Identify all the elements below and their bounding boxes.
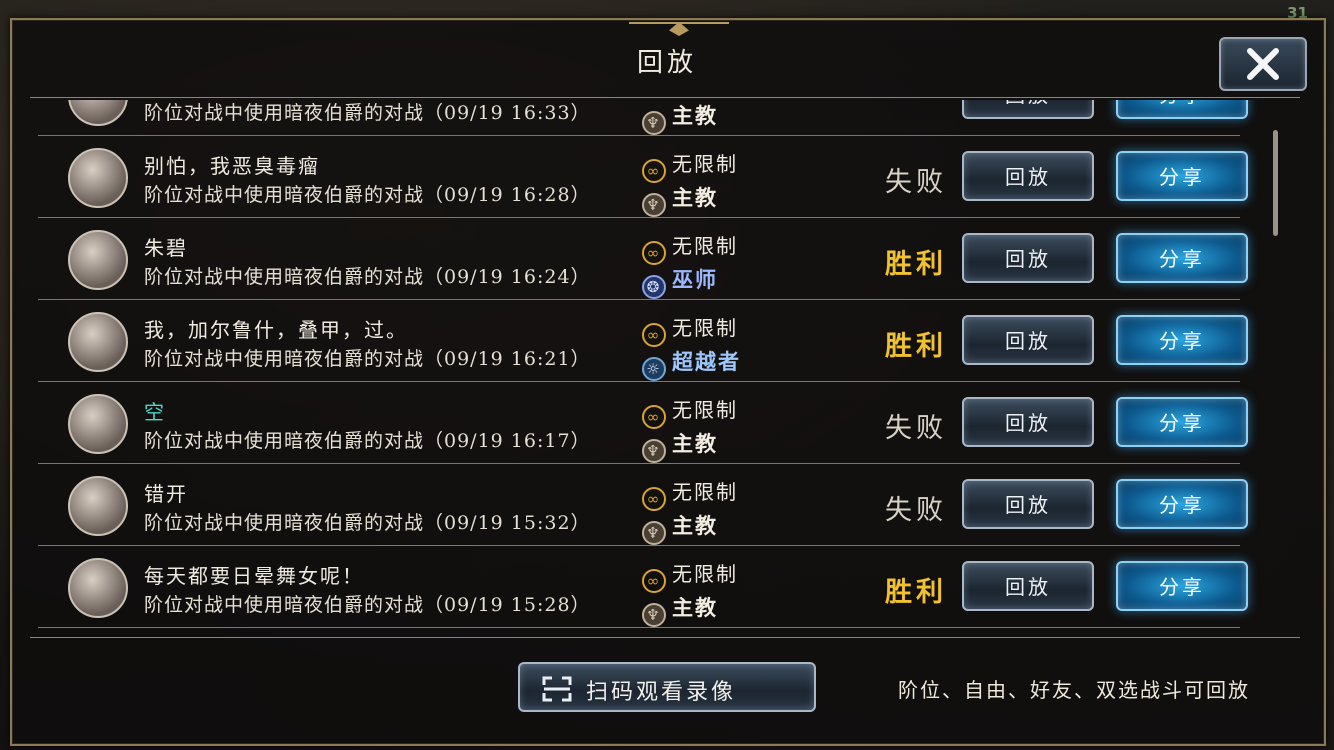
replay-button[interactable]: 回放 [962,479,1094,529]
scrollbar[interactable] [1273,130,1278,236]
unlimited-format-icon: ∞ [642,241,666,265]
battle-description: 阶位对战中使用暗夜伯爵的对战（09/19 15:32） [144,512,591,534]
close-icon [1247,48,1279,80]
unlimited-format-icon: ∞ [642,323,666,347]
share-button[interactable]: 分享 [1116,561,1248,611]
top-divider [30,97,1300,98]
battle-description: 阶位对战中使用暗夜伯爵的对战（09/19 15:28） [144,594,591,616]
share-button[interactable]: 分享 [1116,479,1248,529]
dialog-title: 回放 [636,48,697,78]
battle-description: 阶位对战中使用暗夜伯爵的对战（09/19 16:33） [144,102,591,124]
avatar [68,558,128,618]
crest-ornament [629,22,729,44]
result-label: 胜利 [885,331,947,362]
class-label: ♆ 主教 [642,100,718,135]
transcendent-class-icon: ☼ [642,357,666,381]
opponent-name: 空 [144,400,166,424]
bishop-class-icon: ♆ [642,521,666,545]
share-button[interactable]: 分享 [1116,151,1248,201]
class-label: ♆ 主教 [642,510,718,545]
opponent-name: 我，加尔鲁什，叠甲，过。 [144,318,408,342]
avatar [68,100,128,126]
scan-button-label: 扫码观看录像 [586,680,737,705]
scan-qr-button[interactable]: 扫码观看录像 [518,662,816,712]
opponent-name: 朱碧 [144,236,188,260]
format-label: ∞ 无限制 [642,148,738,183]
class-label: ♆ 主教 [642,592,718,627]
list-item: 朱碧阶位对战中使用暗夜伯爵的对战（09/19 16:24） ∞ 无限制 ❂ 巫师 胜利 回放… [30,218,1270,300]
result-label: 失败 [885,495,947,526]
format-label: ∞ 无限制 [642,230,738,265]
bishop-class-icon: ♆ [642,603,666,627]
unlimited-format-icon: ∞ [642,159,666,183]
class-label: ❂ 巫师 [642,264,718,299]
avatar [68,148,128,208]
class-label: ♆ 主教 [642,428,718,463]
opponent-name: 错开 [144,482,188,506]
share-button[interactable]: 分享 [1116,233,1248,283]
replay-button[interactable]: 回放 [962,100,1094,119]
opponent-name: 每天都要日晕舞女呢！ [144,564,364,588]
avatar [68,394,128,454]
bishop-class-icon: ♆ [642,193,666,217]
witch-class-icon: ❂ [642,275,666,299]
avatar [68,230,128,290]
format-label: ∞ 无限制 [642,476,738,511]
class-label: ♆ 主教 [642,182,718,217]
result-label: 胜利 [885,577,947,608]
share-button[interactable]: 分享 [1116,397,1248,447]
list-item: 我，加尔鲁什，叠甲，过。阶位对战中使用暗夜伯爵的对战（09/19 16:21） ∞… [30,300,1270,382]
share-button[interactable]: 分享 [1116,315,1248,365]
bishop-class-icon: ♆ [642,439,666,463]
avatar [68,476,128,536]
share-button[interactable]: 分享 [1116,100,1248,119]
format-label: ∞ 无限制 [642,394,738,429]
replay-list[interactable]: 阶位对战中使用暗夜伯爵的对战（09/19 16:33） ♆主教 回放 分享 别怕… [30,100,1270,635]
battle-description: 阶位对战中使用暗夜伯爵的对战（09/19 16:21） [144,348,591,370]
opponent-name: 别怕，我恶臭毒瘤 [144,154,320,178]
result-label: 胜利 [885,249,947,280]
replay-button[interactable]: 回放 [962,151,1094,201]
list-item: 空阶位对战中使用暗夜伯爵的对战（09/19 16:17） ∞ 无限制 ♆ 主教 失败 回放分… [30,382,1270,464]
battle-description: 阶位对战中使用暗夜伯爵的对战（09/19 16:24） [144,266,591,288]
avatar [68,312,128,372]
row-divider [38,627,1240,628]
replay-button[interactable]: 回放 [962,561,1094,611]
format-label: ∞ 无限制 [642,558,738,593]
close-button[interactable] [1219,37,1307,91]
list-item: 别怕，我恶臭毒瘤 阶位对战中使用暗夜伯爵的对战（09/19 16:28） ∞ 无限制 ♆… [30,136,1270,218]
replay-button[interactable]: 回放 [962,233,1094,283]
battle-description: 阶位对战中使用暗夜伯爵的对战（09/19 16:17） [144,430,591,452]
list-item: 每天都要日晕舞女呢！ 阶位对战中使用暗夜伯爵的对战（09/19 15:28） ∞ 无限… [30,546,1270,628]
replay-button[interactable]: 回放 [962,397,1094,447]
replay-button[interactable]: 回放 [962,315,1094,365]
unlimited-format-icon: ∞ [642,487,666,511]
unlimited-format-icon: ∞ [642,405,666,429]
unlimited-format-icon: ∞ [642,569,666,593]
format-label: ∞ 无限制 [642,312,738,347]
battle-description: 阶位对战中使用暗夜伯爵的对战（09/19 16:28） [144,184,591,206]
list-item-partial: 阶位对战中使用暗夜伯爵的对战（09/19 16:33） ♆主教 回放 分享 [30,100,1270,136]
list-item: 错开阶位对战中使用暗夜伯爵的对战（09/19 15:32） ∞ 无限制 ♆ 主教 失败 回放… [30,464,1270,546]
bishop-class-icon: ♆ [642,111,666,135]
qr-scan-icon [542,676,572,702]
replay-note: 阶位、自由、好友、双选战斗可回放 [898,678,1250,702]
class-label: ☼ 超越者 [642,346,741,381]
result-label: 失败 [885,413,947,444]
result-label: 失败 [885,167,947,198]
bottom-divider [30,637,1300,638]
